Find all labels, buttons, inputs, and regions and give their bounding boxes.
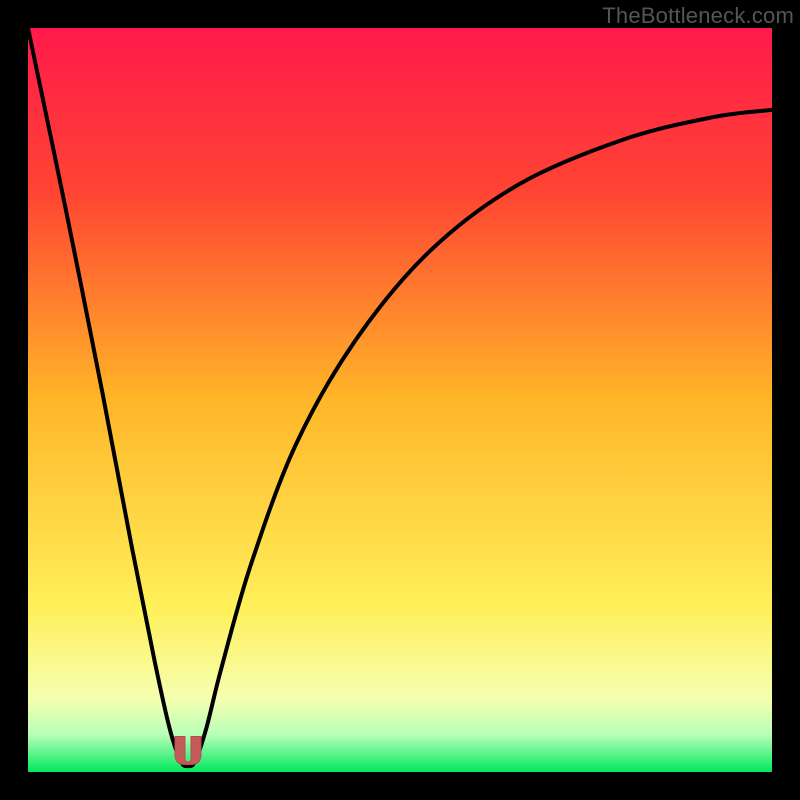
plot-frame <box>28 28 772 772</box>
watermark-text: TheBottleneck.com <box>602 3 794 29</box>
bottleneck-curve <box>28 28 772 772</box>
